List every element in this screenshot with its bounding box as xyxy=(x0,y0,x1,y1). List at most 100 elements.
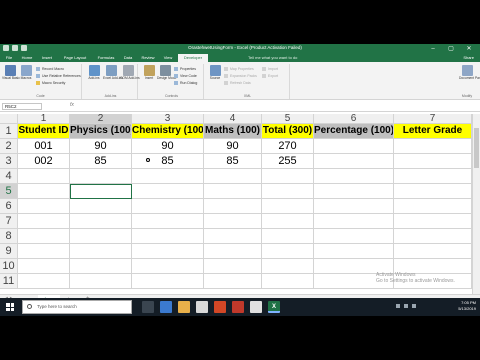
data-cell[interactable] xyxy=(394,139,472,154)
tab-file[interactable]: File xyxy=(2,54,16,62)
run-dialog-button[interactable]: Run Dialog xyxy=(174,80,197,86)
empty-cell[interactable] xyxy=(18,274,70,289)
empty-cell[interactable] xyxy=(132,244,204,259)
empty-cell[interactable] xyxy=(204,184,262,199)
column-header[interactable]: 3 xyxy=(132,114,204,124)
column-header[interactable]: 2 xyxy=(70,114,132,124)
visual-basic-button[interactable]: Visual Basic xyxy=(2,65,20,80)
tab-insert[interactable]: Insert xyxy=(38,54,56,62)
row-header[interactable]: 6 xyxy=(0,199,18,214)
data-cell[interactable]: 270 xyxy=(262,139,314,154)
excel-addins-button[interactable]: Excel Add-ins xyxy=(103,65,123,80)
tab-review[interactable]: Review xyxy=(138,54,158,62)
macro-security-button[interactable]: Macro Security xyxy=(36,80,65,86)
data-cell[interactable]: 002 xyxy=(18,154,70,169)
data-cell[interactable]: 90 xyxy=(204,139,262,154)
empty-cell[interactable] xyxy=(18,184,70,199)
pdf-reader-icon[interactable] xyxy=(232,301,244,313)
empty-cell[interactable] xyxy=(18,199,70,214)
empty-cell[interactable] xyxy=(394,229,472,244)
empty-cell[interactable] xyxy=(132,199,204,214)
empty-cell[interactable] xyxy=(204,199,262,214)
tab-data[interactable]: Data xyxy=(120,54,136,62)
header-cell[interactable]: Physics (100) xyxy=(70,124,132,139)
empty-cell[interactable] xyxy=(262,229,314,244)
empty-cell[interactable] xyxy=(204,274,262,289)
empty-cell[interactable] xyxy=(394,169,472,184)
row-header[interactable]: 8 xyxy=(0,229,18,244)
expansion-packs-button[interactable]: Expansion Packs xyxy=(224,73,257,79)
empty-cell[interactable] xyxy=(18,169,70,184)
empty-cell[interactable] xyxy=(132,214,204,229)
file-explorer-icon[interactable] xyxy=(178,301,190,313)
share-button[interactable]: Share xyxy=(463,54,474,62)
taskbar-search-box[interactable]: Type here to search xyxy=(22,300,132,314)
clock[interactable]: 7:05 PM 5/13/2019 xyxy=(458,300,476,312)
empty-cell[interactable] xyxy=(70,199,132,214)
edge-icon[interactable] xyxy=(160,301,172,313)
data-cell[interactable]: 90 xyxy=(132,139,204,154)
tab-developer[interactable]: Developer xyxy=(178,54,208,62)
row-header[interactable]: 2 xyxy=(0,139,18,154)
save-icon[interactable] xyxy=(3,45,9,51)
empty-cell[interactable] xyxy=(204,244,262,259)
empty-cell[interactable] xyxy=(18,229,70,244)
column-header[interactable]: 6 xyxy=(314,114,394,124)
empty-cell[interactable] xyxy=(204,214,262,229)
name-box[interactable]: R5C2 xyxy=(2,103,42,110)
task-view-icon[interactable] xyxy=(142,301,154,313)
use-relative-references-button[interactable]: Use Relative References xyxy=(36,73,81,79)
empty-cell[interactable] xyxy=(70,274,132,289)
empty-cell[interactable] xyxy=(70,244,132,259)
row-header[interactable]: 7 xyxy=(0,214,18,229)
empty-cell[interactable] xyxy=(132,274,204,289)
store-icon[interactable] xyxy=(196,301,208,313)
row-header[interactable]: 4 xyxy=(0,169,18,184)
empty-cell[interactable] xyxy=(314,184,394,199)
tell-me-box[interactable]: Tell me what you want to do xyxy=(248,54,297,62)
map-properties-button[interactable]: Map Properties xyxy=(224,66,254,72)
empty-cell[interactable] xyxy=(132,169,204,184)
header-cell[interactable]: Chemistry (100) xyxy=(132,124,204,139)
row-header[interactable]: 5 xyxy=(0,184,18,199)
powerpoint-icon[interactable] xyxy=(214,301,226,313)
empty-cell[interactable] xyxy=(314,229,394,244)
tab-page-layout[interactable]: Page Layout xyxy=(58,54,92,62)
row-header[interactable]: 9 xyxy=(0,244,18,259)
empty-cell[interactable] xyxy=(70,259,132,274)
data-cell[interactable] xyxy=(314,154,394,169)
empty-cell[interactable] xyxy=(262,169,314,184)
network-icon[interactable] xyxy=(404,304,408,308)
view-code-button[interactable]: View Code xyxy=(174,73,197,79)
empty-cell[interactable] xyxy=(204,169,262,184)
column-header[interactable]: 1 xyxy=(18,114,70,124)
undo-icon[interactable] xyxy=(12,45,18,51)
header-cell[interactable]: Total (300) xyxy=(262,124,314,139)
import-button[interactable]: Import xyxy=(262,66,278,72)
record-macro-button[interactable]: Record Macro xyxy=(36,66,64,72)
empty-cell[interactable] xyxy=(262,244,314,259)
tab-formulas[interactable]: Formulas xyxy=(94,54,118,62)
empty-cell[interactable] xyxy=(262,184,314,199)
empty-cell[interactable] xyxy=(314,244,394,259)
insert-control-button[interactable]: Insert xyxy=(141,65,157,80)
document-panel-button[interactable]: Document Panel xyxy=(459,65,480,80)
tab-view[interactable]: View xyxy=(160,54,176,62)
addins-button[interactable]: Add-ins xyxy=(86,65,102,80)
selected-cell[interactable] xyxy=(70,184,132,199)
vertical-scrollbar[interactable] xyxy=(472,114,480,294)
refresh-data-button[interactable]: Refresh Data xyxy=(224,80,251,86)
column-header[interactable]: 5 xyxy=(262,114,314,124)
empty-cell[interactable] xyxy=(314,169,394,184)
empty-cell[interactable] xyxy=(18,259,70,274)
up-arrow-icon[interactable] xyxy=(396,304,400,308)
empty-cell[interactable] xyxy=(132,184,204,199)
empty-cell[interactable] xyxy=(394,199,472,214)
empty-cell[interactable] xyxy=(314,199,394,214)
empty-cell[interactable] xyxy=(262,199,314,214)
com-addins-button[interactable]: COM Add-ins xyxy=(120,65,140,80)
empty-cell[interactable] xyxy=(394,214,472,229)
data-cell[interactable]: 85 xyxy=(132,154,204,169)
header-cell[interactable]: Student ID xyxy=(18,124,70,139)
empty-cell[interactable] xyxy=(18,214,70,229)
